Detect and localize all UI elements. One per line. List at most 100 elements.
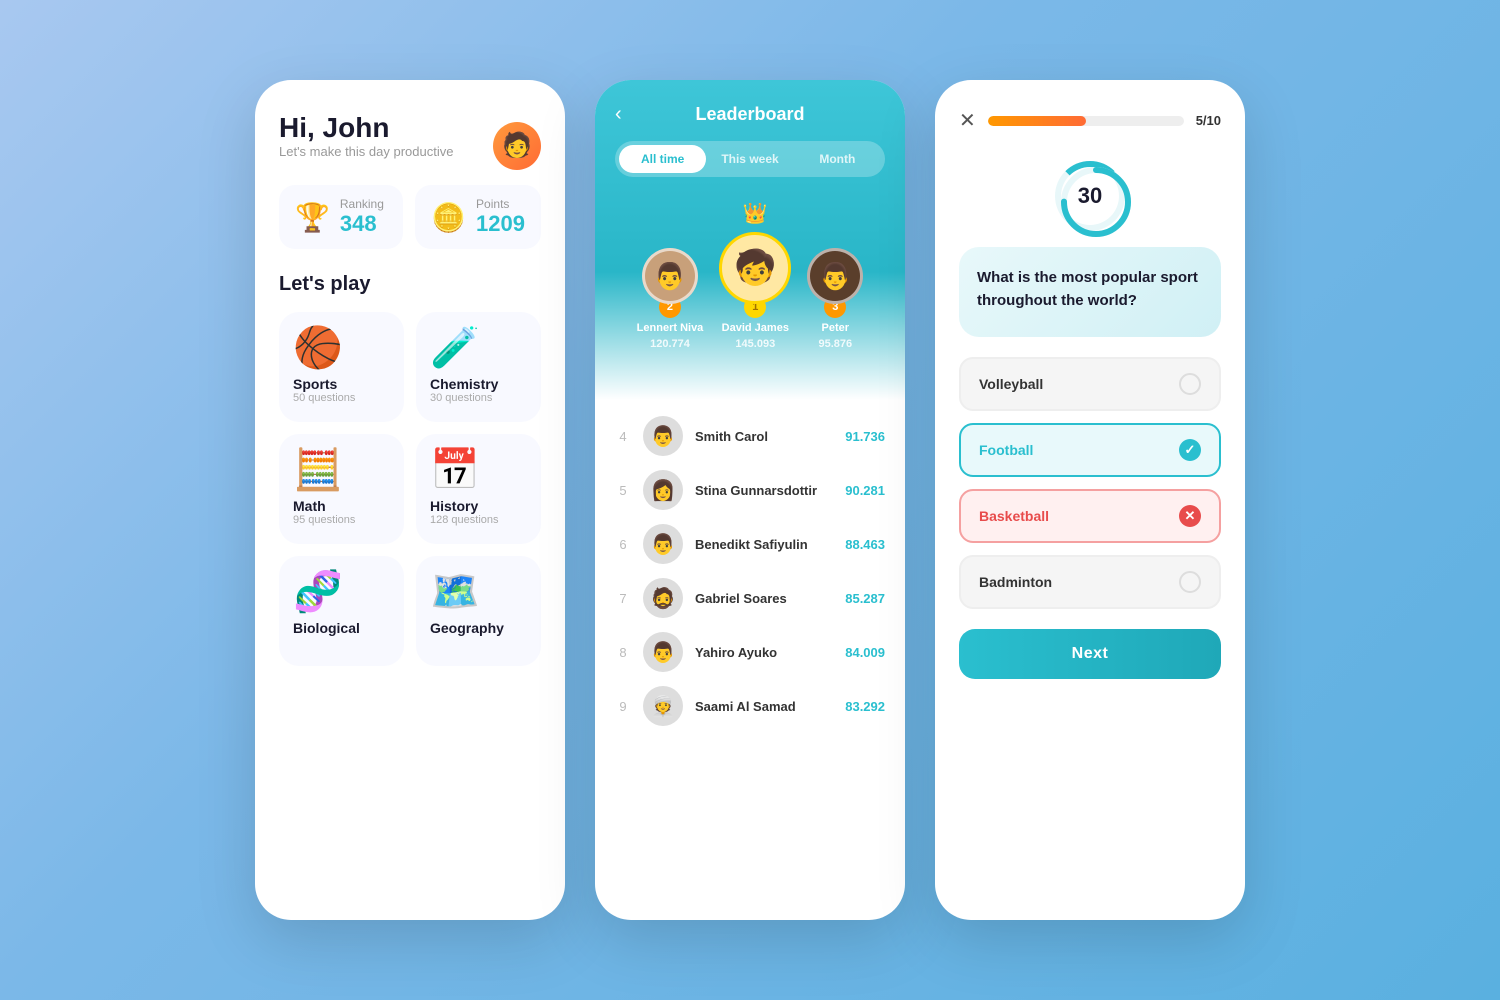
quiz-header: ✕ 5/10 (959, 108, 1221, 133)
greeting-title: Hi, John (279, 112, 453, 144)
podium-third-avatar: 👨 (807, 248, 863, 304)
podium-third-name: Peter (822, 322, 850, 334)
progress-bar-fill (988, 116, 1086, 126)
podium-second-name: Lennert Niva (637, 322, 704, 334)
geography-icon: 🗺️ (430, 572, 480, 612)
progress-label: 5/10 (1196, 113, 1221, 128)
coin-icon: 🪙 (431, 201, 466, 234)
option-badminton-check (1179, 571, 1201, 593)
player-name: Saami Al Samad (695, 699, 833, 714)
tab-month[interactable]: Month (794, 145, 881, 173)
points-value: 1209 (476, 211, 525, 237)
subject-biological[interactable]: 🧬 Biological (279, 556, 404, 666)
player-name: Stina Gunnarsdottir (695, 483, 833, 498)
chemistry-icon: 🧪 (430, 328, 480, 368)
subject-grid: 🏀 Sports 50 questions 🧪 Chemistry 30 que… (279, 312, 541, 666)
avatar: 🧑 (493, 122, 541, 170)
option-volleyball[interactable]: Volleyball (959, 357, 1221, 411)
subject-geography-label: Geography (430, 620, 504, 636)
option-badminton[interactable]: Badminton (959, 555, 1221, 609)
question-box: What is the most popular sport throughou… (959, 247, 1221, 337)
list-item: 8 👨 Yahiro Ayuko 84.009 (615, 632, 885, 672)
option-football[interactable]: Football ✓ (959, 423, 1221, 477)
podium: 👨 2 Lennert Niva 120.774 👑 🧒 1 David Jam… (615, 201, 885, 350)
list-item: 5 👩 Stina Gunnarsdottir 90.281 (615, 470, 885, 510)
greeting-subtitle: Let's make this day productive (279, 144, 453, 159)
player-score: 90.281 (845, 483, 885, 498)
leaderboard-list: 4 👨 Smith Carol 91.736 5 👩 Stina Gunnars… (595, 400, 905, 742)
question-text: What is the most popular sport throughou… (977, 267, 1203, 312)
trophy-icon: 🏆 (295, 201, 330, 234)
back-button[interactable]: ‹ (615, 103, 622, 126)
rank-number: 4 (615, 429, 631, 444)
option-basketball-check: ✕ (1179, 505, 1201, 527)
player-score: 88.463 (845, 537, 885, 552)
quiz-screen-card: ✕ 5/10 30 What is the most popular sport… (935, 80, 1245, 920)
player-name: Smith Carol (695, 429, 833, 444)
progress-bar-wrapper (988, 116, 1184, 126)
player-name: Benedikt Safiyulin (695, 537, 833, 552)
points-info: Points 1209 (476, 197, 525, 237)
podium-third-score: 95.876 (818, 338, 852, 350)
subject-geography[interactable]: 🗺️ Geography (416, 556, 541, 666)
player-score: 85.287 (845, 591, 885, 606)
tab-this-week[interactable]: This week (706, 145, 793, 173)
basketball-icon: 🏀 (293, 328, 343, 368)
leaderboard-screen-card: ‹ Leaderboard All time This week Month 👨… (595, 80, 905, 920)
subject-math-count: 95 questions (293, 514, 355, 526)
player-avatar: 👨 (643, 632, 683, 672)
ranking-info: Ranking 348 (340, 197, 384, 237)
list-item: 9 👳 Saami Al Samad 83.292 (615, 686, 885, 726)
points-label: Points (476, 197, 525, 211)
tab-all-time[interactable]: All time (619, 145, 706, 173)
option-volleyball-check (1179, 373, 1201, 395)
subject-chemistry-label: Chemistry (430, 376, 498, 392)
player-avatar: 👳 (643, 686, 683, 726)
player-avatar: 🧔 (643, 578, 683, 618)
card1-header: Hi, John Let's make this day productive … (279, 112, 541, 179)
ranking-stat: 🏆 Ranking 348 (279, 185, 403, 249)
list-item: 4 👨 Smith Carol 91.736 (615, 416, 885, 456)
subject-history-label: History (430, 498, 478, 514)
options-list: Volleyball Football ✓ Basketball ✕ Badmi… (959, 357, 1221, 609)
timer-arc (1058, 164, 1134, 240)
biological-icon: 🧬 (293, 572, 343, 612)
player-name: Yahiro Ayuko (695, 645, 833, 660)
math-icon: 🧮 (293, 450, 343, 490)
option-football-label: Football (979, 442, 1033, 458)
rank-number: 7 (615, 591, 631, 606)
list-item: 6 👨 Benedikt Safiyulin 88.463 (615, 524, 885, 564)
subject-sports-label: Sports (293, 376, 337, 392)
podium-second-score: 120.774 (650, 338, 690, 350)
option-basketball[interactable]: Basketball ✕ (959, 489, 1221, 543)
player-score: 83.292 (845, 699, 885, 714)
subject-sports[interactable]: 🏀 Sports 50 questions (279, 312, 404, 422)
subject-math-label: Math (293, 498, 326, 514)
timer-box: 30 (959, 161, 1221, 231)
stats-row: 🏆 Ranking 348 🪙 Points 1209 (279, 185, 541, 249)
player-score: 84.009 (845, 645, 885, 660)
podium-first-name: David James (722, 322, 789, 334)
subject-chemistry-count: 30 questions (430, 392, 492, 404)
player-name: Gabriel Soares (695, 591, 833, 606)
rank-number: 8 (615, 645, 631, 660)
close-button[interactable]: ✕ (959, 108, 976, 133)
rank-number: 9 (615, 699, 631, 714)
podium-first-score: 145.093 (735, 338, 775, 350)
podium-first-avatar: 🧒 (719, 232, 791, 304)
crown-icon: 👑 (743, 201, 768, 226)
history-icon: 📅 (430, 450, 480, 490)
subject-math[interactable]: 🧮 Math 95 questions (279, 434, 404, 544)
subject-history[interactable]: 📅 History 128 questions (416, 434, 541, 544)
list-item: 7 🧔 Gabriel Soares 85.287 (615, 578, 885, 618)
ranking-label: Ranking (340, 197, 384, 211)
next-button[interactable]: Next (959, 629, 1221, 679)
option-volleyball-label: Volleyball (979, 376, 1043, 392)
subject-sports-count: 50 questions (293, 392, 355, 404)
player-score: 91.736 (845, 429, 885, 444)
leaderboard-tabs: All time This week Month (615, 141, 885, 177)
leaderboard-top: ‹ Leaderboard All time This week Month 👨… (595, 80, 905, 400)
home-screen-card: Hi, John Let's make this day productive … (255, 80, 565, 920)
lb-header: ‹ Leaderboard (615, 104, 885, 125)
subject-chemistry[interactable]: 🧪 Chemistry 30 questions (416, 312, 541, 422)
